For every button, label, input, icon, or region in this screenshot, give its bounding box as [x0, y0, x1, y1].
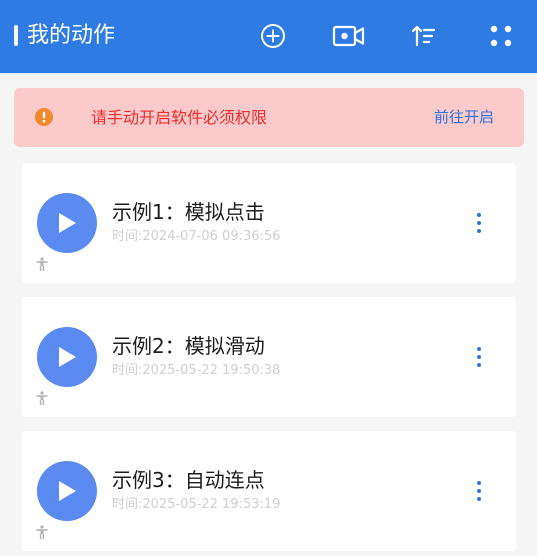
person-icon [36, 257, 48, 271]
action-title: 示例3：自动连点 [112, 468, 265, 492]
more-vertical-icon [477, 347, 481, 367]
warning-circle-icon [35, 108, 53, 126]
action-time: 时间:2025-05-22 19:50:38 [112, 363, 281, 378]
more-options-button[interactable] [468, 342, 490, 372]
play-button[interactable] [37, 327, 97, 387]
play-button[interactable] [37, 193, 97, 253]
add-circle-icon [261, 24, 285, 48]
page-title: 我的动作 [27, 23, 116, 48]
more-vertical-icon [477, 213, 481, 233]
permission-banner: 请手动开启软件必须权限 前往开启 [14, 88, 524, 147]
play-icon [59, 481, 76, 501]
sort-icon [411, 25, 436, 47]
more-options-button[interactable] [468, 208, 490, 238]
person-icon [36, 391, 48, 405]
video-camera-icon [332, 25, 365, 47]
add-action-button[interactable] [253, 16, 293, 56]
more-options-button[interactable] [468, 476, 490, 506]
person-icon [36, 525, 48, 539]
sort-button[interactable] [404, 16, 444, 56]
action-title: 示例1：模拟点击 [112, 200, 265, 224]
more-vertical-icon [477, 481, 481, 501]
action-time: 时间:2025-05-22 19:53:19 [112, 497, 281, 512]
grid-view-button[interactable] [481, 16, 521, 56]
banner-message: 请手动开启软件必须权限 [91, 108, 268, 127]
title-accent-bar [14, 25, 18, 46]
action-card[interactable]: 示例2：模拟滑动 时间:2025-05-22 19:50:38 [22, 297, 516, 417]
action-title: 示例2：模拟滑动 [112, 334, 265, 358]
play-button[interactable] [37, 461, 97, 521]
app-bar: 我的动作 [0, 0, 537, 73]
action-time: 时间:2024-07-06 09:36:56 [112, 229, 281, 244]
action-card[interactable]: 示例3：自动连点 时间:2025-05-22 19:53:19 [22, 431, 516, 551]
play-icon [59, 213, 76, 233]
go-enable-link[interactable]: 前往开启 [434, 104, 494, 131]
grid-icon [490, 25, 512, 47]
record-button[interactable] [329, 16, 369, 56]
action-card[interactable]: 示例1：模拟点击 时间:2024-07-06 09:36:56 [22, 163, 516, 283]
play-icon [59, 347, 76, 367]
